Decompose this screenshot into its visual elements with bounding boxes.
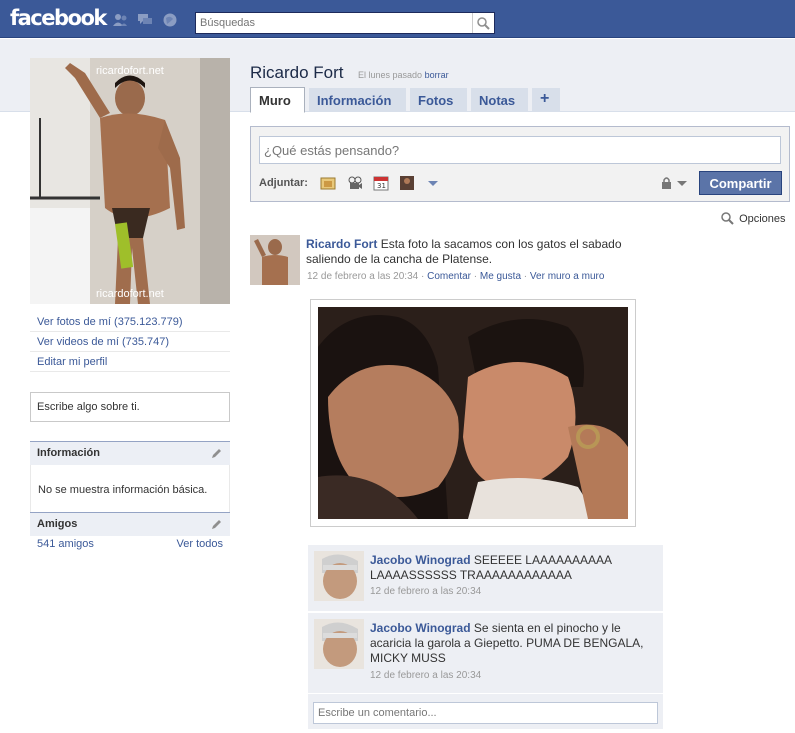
comment-time: 12 de febrero a las 20:34 [370,670,482,681]
wall-to-wall-link[interactable]: Ver muro a muro [530,271,604,282]
commenter-avatar-image [314,619,364,669]
story-meta: 12 de febrero a las 20:34 · Comentar · M… [307,271,605,282]
story-text: Ricardo Fort Esta foto la sacamos con lo… [306,237,626,267]
comment-author[interactable]: Jacobo Winograd [370,621,471,635]
add-tab-button[interactable]: + [532,88,560,112]
tab-info[interactable]: Información [309,88,406,112]
watermark-top: ricardofort.net [96,65,164,77]
story-author[interactable]: Ricardo Fort [306,237,377,251]
story-author-avatar[interactable] [250,235,300,285]
search-button[interactable] [472,13,494,33]
profile-photo-image [30,58,230,304]
profile-name: Ricardo Fort [250,63,344,82]
search-box[interactable] [195,12,495,34]
commenter-avatar[interactable] [314,551,364,601]
profile-picture[interactable]: ricardofort.net ricardofort.net [30,58,230,304]
video-icon[interactable] [347,175,363,191]
notifications-icon[interactable] [162,13,178,27]
friends-icon[interactable] [112,13,128,27]
link-icon[interactable] [399,175,415,191]
view-videos-label[interactable]: Ver videos de mí (735.747) [37,336,169,348]
status-input[interactable]: ¿Qué estás pensando? [259,136,781,164]
friends-section-title: Amigos [37,518,78,530]
tab-wall[interactable]: Muro [250,87,305,113]
pencil-icon[interactable] [210,519,222,531]
facebook-logo[interactable]: facebook [10,6,107,30]
comment-item: Jacobo Winograd SEEEEE LAAAAAAAAAA LAAAA… [308,545,663,612]
comment-text: Jacobo Winograd SEEEEE LAAAAAAAAAA LAAAA… [370,553,655,583]
info-section-header: Información [30,441,230,465]
top-bar: facebook [0,0,795,38]
comment-input[interactable]: Escribe un comentario... [313,702,658,724]
see-all-friends-link[interactable]: Ver todos [177,538,223,550]
tab-photos[interactable]: Fotos [410,88,467,112]
comment-item: Jacobo Winograd Se sienta en el pinocho … [308,613,663,694]
last-update: El lunes pasado borrar [358,70,449,80]
options-link[interactable]: Opciones [720,211,786,225]
view-videos-link[interactable]: Ver videos de mí (735.747) [30,332,230,352]
event-icon[interactable]: 31 [373,175,389,191]
delete-status-link[interactable]: borrar [425,70,449,80]
tab-notes[interactable]: Notas [471,88,528,112]
magnifier-icon [721,212,734,225]
share-button[interactable]: Compartir [699,171,782,195]
last-update-text: El lunes pasado [358,70,423,80]
watermark-bottom: ricardofort.net [96,288,164,300]
story-photo-image [318,307,628,519]
search-icon [477,17,490,30]
status-composer: ¿Qué estás pensando? Adjuntar: 31 Compar… [250,126,790,202]
view-photos-link[interactable]: Ver fotos de mí (375.123.779) [30,312,230,332]
like-link[interactable]: Me gusta [480,271,521,282]
svg-text:31: 31 [377,182,386,190]
about-me-box[interactable]: Escribe algo sobre ti. [30,392,230,422]
friends-section-header: Amigos [30,512,230,536]
commenter-avatar[interactable] [314,619,364,669]
pencil-icon[interactable] [210,448,222,460]
friends-count-link[interactable]: 541 amigos [37,538,94,550]
story-time[interactable]: 12 de febrero a las 20:34 [307,271,418,282]
privacy-dropdown-icon[interactable] [674,175,690,191]
search-input[interactable] [196,13,466,33]
comment-time: 12 de febrero a las 20:34 [370,586,482,597]
chevron-down-icon[interactable] [425,175,441,191]
attach-label: Adjuntar: [259,177,308,189]
info-section-text: No se muestra información básica. [38,484,208,496]
options-label[interactable]: Opciones [739,213,785,225]
view-photos-label[interactable]: Ver fotos de mí (375.123.779) [37,316,183,328]
messages-icon[interactable] [137,13,153,27]
author-avatar-image [250,235,300,285]
info-section-title: Información [37,447,100,459]
photo-icon[interactable] [320,175,336,191]
comment-text: Jacobo Winograd Se sienta en el pinocho … [370,621,655,666]
info-section-body: No se muestra información básica. [30,465,230,512]
edit-profile-link[interactable]: Editar mi perfil [30,352,230,372]
lock-icon[interactable] [659,175,675,191]
edit-profile-label[interactable]: Editar mi perfil [37,356,107,368]
friends-section-body: 541 amigos Ver todos [30,536,230,550]
story-photo[interactable] [310,299,636,527]
commenter-avatar-image [314,551,364,601]
comment-link[interactable]: Comentar [427,271,471,282]
comment-author[interactable]: Jacobo Winograd [370,553,471,567]
